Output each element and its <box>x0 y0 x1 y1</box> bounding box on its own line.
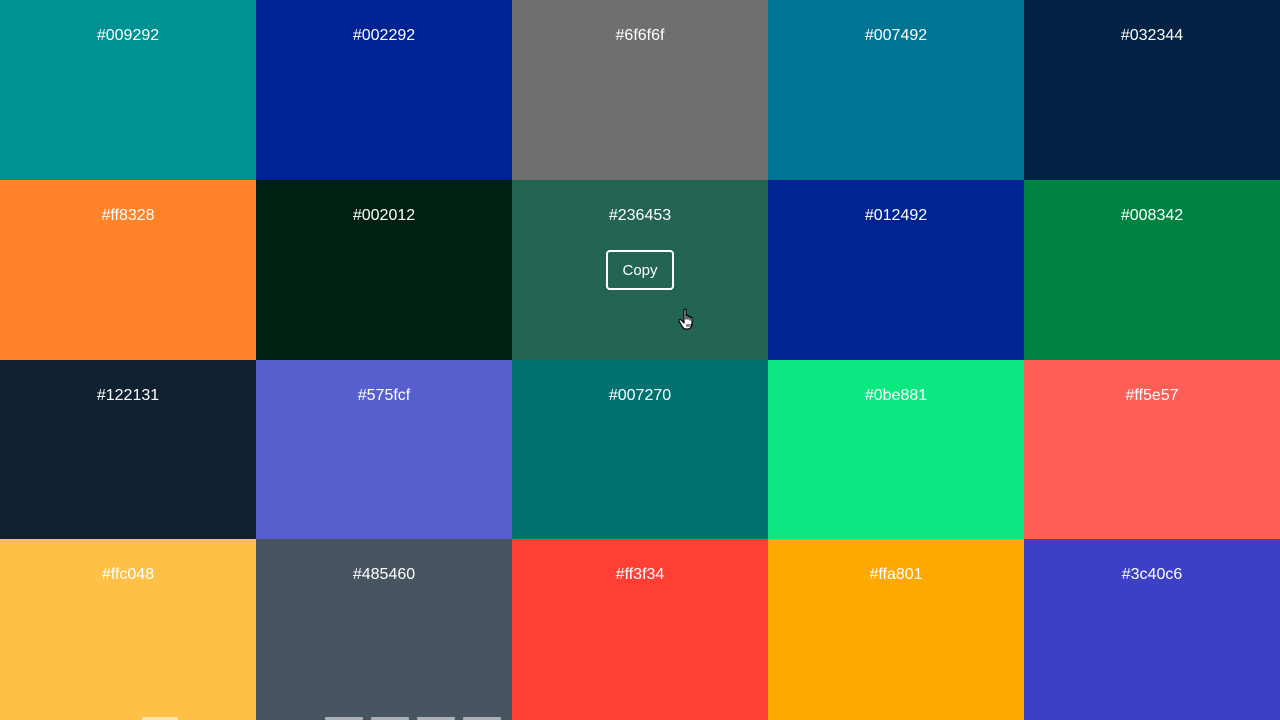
color-swatch[interactable]: #ffc048 <box>0 539 256 720</box>
hex-label: #3c40c6 <box>1121 566 1183 583</box>
hex-label: #122131 <box>96 387 160 404</box>
color-swatch[interactable]: #ff8328 <box>0 180 256 360</box>
hex-label: #008342 <box>1120 207 1184 224</box>
color-swatch[interactable]: #012492 <box>768 180 1024 360</box>
hex-label: #ff5e57 <box>1125 387 1179 404</box>
color-swatch[interactable]: #0be881 <box>768 360 1024 539</box>
hex-label: #007270 <box>608 387 672 404</box>
hex-label: #ffa801 <box>869 566 923 583</box>
hex-label: #236453 <box>608 207 672 224</box>
hex-label: #007492 <box>864 27 928 44</box>
color-swatch[interactable]: #007492 <box>768 0 1024 180</box>
color-swatch[interactable]: #008342 <box>1024 180 1280 360</box>
color-swatch[interactable]: #6f6f6f <box>512 0 768 180</box>
hex-label: #009292 <box>96 27 160 44</box>
hex-label: #002012 <box>352 207 416 224</box>
copy-button[interactable]: Copy <box>606 250 674 290</box>
color-swatch[interactable]: #032344 <box>1024 0 1280 180</box>
hex-label: #012492 <box>864 207 928 224</box>
hex-label: #032344 <box>1120 27 1184 44</box>
hex-label: #002292 <box>352 27 416 44</box>
color-swatch[interactable]: #575fcf <box>256 360 512 539</box>
color-swatch[interactable]: #ffa801 <box>768 539 1024 720</box>
hex-label: #ff8328 <box>101 207 155 224</box>
color-swatch[interactable]: #002292 <box>256 0 512 180</box>
hex-label: #ffc048 <box>101 566 155 583</box>
color-swatch[interactable]: #ff5e57 <box>1024 360 1280 539</box>
hex-label: #6f6f6f <box>615 27 665 44</box>
color-swatch[interactable]: #3c40c6 <box>1024 539 1280 720</box>
hex-label: #ff3f34 <box>615 566 665 583</box>
color-swatch[interactable]: #ff3f34 <box>512 539 768 720</box>
color-swatch[interactable]: #485460 <box>256 539 512 720</box>
hex-label: #485460 <box>352 566 416 583</box>
color-swatch-hovered[interactable]: #236453 Copy <box>512 180 768 360</box>
color-swatch[interactable]: #007270 <box>512 360 768 539</box>
hex-label: #575fcf <box>357 387 411 404</box>
color-palette-grid: #009292 #002292 #6f6f6f #007492 #032344 … <box>0 0 1280 720</box>
hex-label: #0be881 <box>864 387 928 404</box>
color-swatch[interactable]: #122131 <box>0 360 256 539</box>
color-swatch[interactable]: #009292 <box>0 0 256 180</box>
color-swatch[interactable]: #002012 <box>256 180 512 360</box>
hand-pointer-icon <box>678 308 693 330</box>
